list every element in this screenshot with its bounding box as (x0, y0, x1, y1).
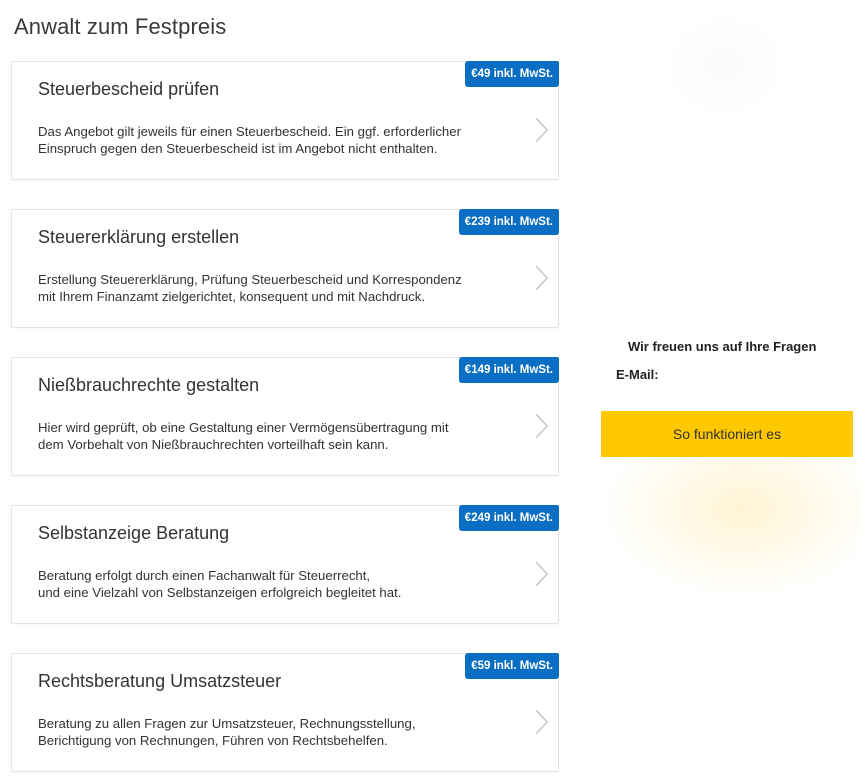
sidebar-heading: Wir freuen uns auf Ihre Fragen (628, 339, 817, 354)
email-value[interactable] (670, 367, 850, 384)
offer-description-line: Berichtigung von Rechnungen, Führen von … (38, 733, 388, 748)
offer-description: Beratung zu allen Fragen zur Umsatzsteue… (38, 715, 508, 749)
how-it-works-button[interactable]: So funktioniert es (601, 411, 853, 457)
price-badge: €149 inkl. MwSt. (458, 357, 559, 383)
offer-description-line: Einspruch gegen den Steuerbescheid ist i… (38, 141, 438, 156)
offer-description-line: Hier wird geprüft, ob eine Gestaltung ei… (38, 420, 449, 435)
offer-description-line: Erstellung Steuererklärung, Prüfung Steu… (38, 272, 462, 287)
price-badge: €249 inkl. MwSt. (458, 505, 559, 531)
price-badge: €49 inkl. MwSt. (465, 61, 559, 87)
offer-description-line: Beratung zu allen Fragen zur Umsatzsteue… (38, 716, 416, 731)
offer-description-line: und eine Vielzahl von Selbstanzeigen erf… (38, 585, 402, 600)
price-badge: €59 inkl. MwSt. (465, 653, 559, 679)
sidebar-background-glow (600, 460, 860, 600)
page-title: Anwalt zum Festpreis (14, 14, 227, 39)
offer-card[interactable]: Nießbrauchrechte gestalten €149 inkl. MwS… (11, 357, 559, 476)
offer-title: Selbstanzeige Beratung (38, 523, 230, 543)
chevron-right-icon[interactable] (534, 412, 550, 440)
offer-card[interactable]: Rechtsberatung Umsatzsteuer €59 inkl. MwS… (11, 653, 559, 772)
offer-title: Nießbrauchrechte gestalten (38, 375, 260, 395)
offer-title: Steuererklärung erstellen (38, 227, 240, 247)
chevron-right-icon[interactable] (534, 560, 550, 588)
contact-sidebar: Wir freuen uns auf Ihre Fragen E-Mail: S… (600, 0, 868, 784)
offer-description: Erstellung Steuererklärung, Prüfung Steu… (38, 271, 508, 305)
offer-description-line: Das Angebot gilt jeweils für einen Steue… (38, 124, 461, 139)
offer-description-line: Beratung erfolgt durch einen Fachanwalt … (38, 568, 371, 583)
offer-title: Rechtsberatung Umsatzsteuer (38, 671, 282, 691)
price-badge: €239 inkl. MwSt. (458, 209, 559, 235)
offer-title: Steuerbescheid prüfen (38, 79, 220, 99)
chevron-right-icon[interactable] (534, 116, 550, 144)
offer-description: Beratung erfolgt durch einen Fachanwalt … (38, 567, 508, 601)
offer-card[interactable]: Steuerbescheid prüfen €49 inkl. MwSt. Das … (11, 61, 559, 180)
sidebar-background-shape (660, 10, 790, 120)
chevron-right-icon[interactable] (534, 708, 550, 736)
offer-description: Hier wird geprüft, ob eine Gestaltung ei… (38, 419, 508, 453)
email-label: E-Mail: (616, 367, 659, 382)
chevron-right-icon[interactable] (534, 264, 550, 292)
offer-description-line: dem Vorbehalt von Nießbrauchrechten vort… (38, 437, 389, 452)
offer-description-line: mit Ihrem Finanzamt zielgerichtet, konse… (38, 289, 426, 304)
offer-card[interactable]: Steuererklärung erstellen €239 inkl. MwSt… (11, 209, 559, 328)
offer-description: Das Angebot gilt jeweils für einen Steue… (38, 123, 508, 157)
offer-card[interactable]: Selbstanzeige Beratung €249 inkl. MwSt. Be… (11, 505, 559, 624)
